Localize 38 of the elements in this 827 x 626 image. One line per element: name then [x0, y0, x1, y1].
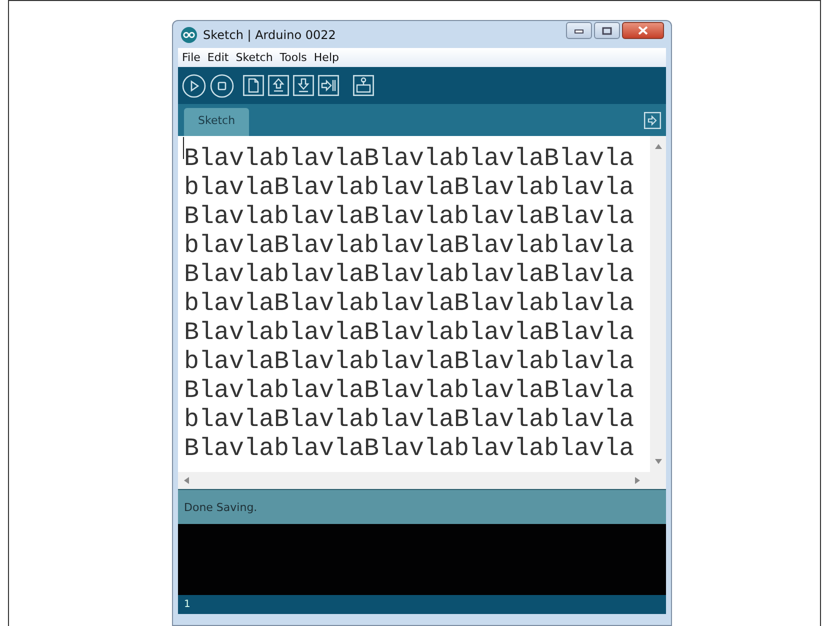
code-line: BlavlablavlaBlavlablavlaBlavla — [184, 376, 636, 405]
line-number: 1 — [184, 599, 190, 610]
code-line: BlavlablavlaBlavlablavlablavla — [184, 434, 636, 463]
status-message: Done Saving. — [184, 500, 258, 514]
minimize-icon — [574, 28, 584, 34]
minimize-button[interactable] — [566, 22, 592, 39]
infinity-logo-icon — [181, 26, 197, 42]
up-caret-icon[interactable] — [654, 144, 662, 149]
menu-item[interactable]: Edit — [207, 51, 229, 64]
text-cursor — [183, 137, 184, 159]
code-line: blavlaBlavlablavlaBlavlablavla — [184, 347, 636, 376]
down-caret-icon[interactable] — [654, 459, 662, 464]
maximize-button[interactable] — [594, 22, 620, 39]
close-button[interactable] — [622, 22, 664, 39]
play-icon[interactable] — [182, 74, 206, 98]
left-caret-icon[interactable] — [184, 477, 189, 484]
serial-monitor-icon[interactable] — [353, 75, 374, 96]
code-line: BlavlablavlaBlavlablavlaBlavla — [184, 260, 636, 289]
maximize-icon — [602, 26, 612, 34]
close-icon — [638, 26, 648, 35]
code-line: BlavlablavlaBlavlablavlaBlavla — [184, 318, 636, 347]
code-line: BlavlablavlaBlavlablavlaBlavla — [184, 202, 636, 231]
document-icon[interactable] — [243, 75, 264, 96]
vertical-scrollbar[interactable] — [650, 136, 666, 472]
code-line: blavlaBlavlablavlaBlavlablavla — [184, 231, 636, 260]
code-line: blavlaBlavlablavlaBlavlablavla — [184, 173, 636, 202]
menu-item[interactable]: Sketch — [236, 51, 273, 64]
right-caret-icon[interactable] — [635, 477, 640, 484]
code-line: blavlaBlavlablavlaBlavlablavla — [184, 289, 636, 318]
menu-item[interactable]: File — [182, 51, 200, 64]
code-line: BlavlablavlaBlavlablavlaBlavla — [184, 144, 636, 173]
menu-item[interactable]: Help — [314, 51, 339, 64]
code-line: blavlaBlavlablavlaBlavlablavla — [184, 405, 636, 434]
menu-item[interactable]: Tools — [280, 51, 307, 64]
horizontal-scrollbar[interactable] — [178, 472, 666, 489]
sketch-tab[interactable]: Sketch — [184, 108, 250, 136]
stop-icon[interactable] — [210, 74, 234, 98]
window-title: Sketch | Arduino 0022 — [203, 28, 336, 42]
